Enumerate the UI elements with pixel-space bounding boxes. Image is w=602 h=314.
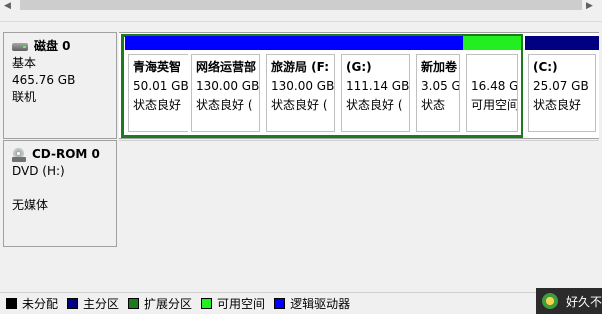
legend-swatch [67,298,79,309]
partition-tourism-f[interactable]: 旅游局 (F: 130.00 GB 状态良好 ( [263,36,338,135]
disk-map: 磁盘 0 基本 465.76 GB 联机 青海英智 50.01 GB 状态良好 … [0,24,602,280]
partition-color-bar [188,36,263,50]
partition-color-bar [463,36,521,50]
cdrom-drive: DVD (H:) [12,164,65,178]
partition-size: 111.14 GB [346,79,410,93]
partition-status: 状态良好 ( [196,98,253,112]
legend-swatch [274,298,286,309]
partition-size: 130.00 GB [196,79,260,93]
disk-0-partitions: 青海英智 50.01 GB 状态良好 网络运营部 130.00 GB 状态良好 … [119,32,599,139]
partition-info: (C:) 25.07 GB 状态良好 [528,54,596,132]
partition-status: 状态良好 [133,98,182,112]
partition-size: 50.01 GB [133,79,189,93]
legend-logical: 逻辑驱动器 [274,295,350,312]
partition-name: (C:) [533,60,558,74]
toast-text: 好久不 [566,294,602,309]
partition-color-bar [338,36,413,50]
cd-drive-icon [12,147,26,162]
partition-name: (G:) [346,60,372,74]
partition-status: 可用空间 [471,98,518,112]
partition-c[interactable]: (C:) 25.07 GB 状态良好 [525,36,599,135]
disk-0-title-row: 磁盘 0 [12,38,116,55]
top-scrollbar-area: ◀ ▶ [0,0,602,22]
legend-unallocated: 未分配 [6,295,58,312]
legend-label: 主分区 [83,297,120,311]
hard-disk-icon [12,41,28,52]
legend-label: 扩展分区 [144,297,193,311]
legend-free-space: 可用空间 [201,295,265,312]
legend-label: 可用空间 [217,297,266,311]
legend: 未分配 主分区 扩展分区 可用空间 逻辑驱动器 [0,292,602,314]
cdrom-title-row: CD-ROM 0 [12,146,116,163]
legend-label: 逻辑驱动器 [290,297,351,311]
partition-name: 新加卷 [421,60,458,74]
legend-swatch [6,298,17,309]
disk-0-size: 465.76 GB [12,73,76,87]
legend-primary: 主分区 [67,295,119,312]
partition-size: 25.07 GB [533,79,589,93]
partition-qinghai[interactable]: 青海英智 50.01 GB 状态良好 [125,36,192,135]
partition-info: 16.48 G 可用空间 [466,54,518,132]
partition-info: 旅游局 (F: 130.00 GB 状态良好 ( [266,54,335,132]
partition-name: 青海英智 [133,60,182,74]
legend-swatch [128,298,140,309]
partition-size: 16.48 G [471,79,518,93]
partition-name [471,58,517,77]
cdrom-title: CD-ROM 0 [32,147,100,161]
scroll-right-arrow-icon[interactable]: ▶ [586,1,593,11]
partition-name: 旅游局 (F: [271,60,330,74]
partition-info: 网络运营部 130.00 GB 状态良好 ( [191,54,260,132]
legend-swatch [201,298,213,309]
partition-color-bar [263,36,338,50]
disk-0-label[interactable]: 磁盘 0 基本 465.76 GB 联机 [3,32,117,139]
cdrom-empty-area[interactable] [119,140,599,247]
notification-toast[interactable]: 好久不 [536,288,602,314]
partition-new-volume[interactable]: 新加卷 3.05 G 状态 [413,36,463,135]
partition-color-bar [413,36,463,50]
scroll-left-arrow-icon[interactable]: ◀ [4,1,11,11]
partition-status: 状态良好 ( [346,98,403,112]
partition-free-space[interactable]: 16.48 G 可用空间 [463,36,521,135]
disk-0-status: 联机 [12,90,37,104]
partition-info: 新加卷 3.05 G 状态 [416,54,460,132]
divider [0,21,602,22]
legend-label: 未分配 [22,297,59,311]
partition-size: 130.00 GB [271,79,335,93]
horizontal-scrollbar-thumb[interactable] [20,0,582,10]
app-logo-icon [542,293,558,309]
cdrom-media: 无媒体 [12,198,49,212]
partition-size: 3.05 G [421,79,460,93]
disk-0-type: 基本 [12,56,37,70]
legend-extended: 扩展分区 [128,295,192,312]
partition-info: (G:) 111.14 GB 状态良好 ( [341,54,410,132]
partition-status: 状态良好 ( [271,98,328,112]
disk-0-title: 磁盘 0 [34,39,71,53]
cdrom-0-label[interactable]: CD-ROM 0 DVD (H:) 无媒体 [3,140,117,247]
partition-network-ops[interactable]: 网络运营部 130.00 GB 状态良好 ( [188,36,263,135]
partition-status: 状态良好 [533,98,582,112]
partition-color-bar [525,36,599,50]
partition-g[interactable]: (G:) 111.14 GB 状态良好 ( [338,36,413,135]
partition-status: 状态 [421,98,446,112]
partition-name: 网络运营部 [196,60,257,74]
partition-color-bar [125,36,192,50]
partition-info: 青海英智 50.01 GB 状态良好 [128,54,189,132]
